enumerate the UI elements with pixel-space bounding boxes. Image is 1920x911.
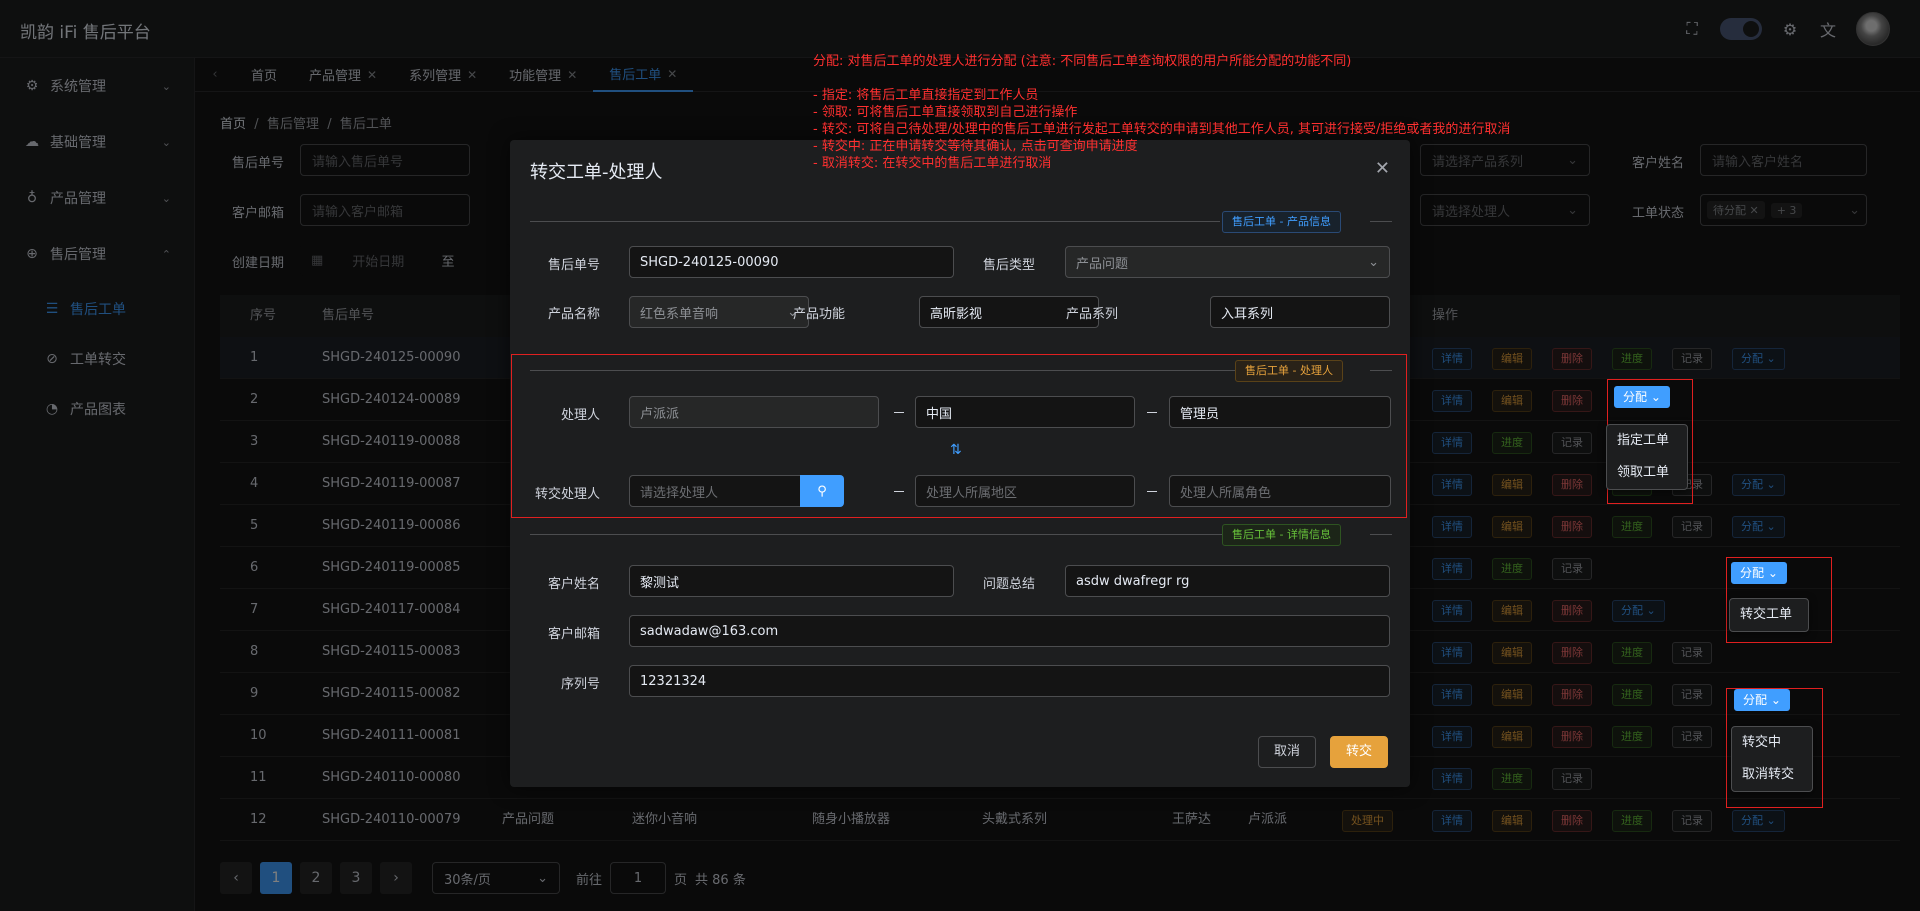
dialog-title: 转交工单-处理人 [530, 162, 663, 183]
divider [1370, 534, 1392, 535]
email-label: 客户邮箱 [547, 627, 600, 642]
email-field[interactable]: sadwadaw@163.com [629, 615, 1390, 647]
section-tag-product: 售后工单 - 产品信息 [1222, 211, 1341, 233]
type-value: 产品问题 [1076, 256, 1129, 272]
assign-dropdown-menu: 转交工单 [1729, 598, 1809, 632]
button-label: 分配 [1623, 390, 1648, 404]
cancel-button[interactable]: 取消 [1258, 736, 1317, 768]
summary-field[interactable]: asdw dwafregr rg [1065, 565, 1390, 597]
assign-dropdown-menu: 转交中 取消转交 [1731, 726, 1813, 792]
serial-label: 序列号 [560, 677, 600, 692]
divider [530, 534, 1230, 535]
order-no-label: 售后单号 [547, 258, 600, 273]
dropdown-item-assign[interactable]: 指定工单 [1607, 425, 1687, 457]
assign-dropdown-button[interactable]: 分配 ⌄ [1734, 689, 1790, 711]
product-value: 红色系单音响 [640, 306, 719, 322]
dropdown-item-cancel-transfer[interactable]: 取消转交 [1732, 759, 1812, 791]
func-label: 产品功能 [792, 307, 845, 322]
serial-field[interactable]: 12321324 [629, 665, 1390, 697]
product-label: 产品名称 [547, 307, 600, 322]
transfer-button[interactable]: 转交 [1330, 736, 1389, 768]
annotation-text: 分配: 对售后工单的处理人进行分配 (注意: 不同售后工单查询权限的用户所能分配… [813, 54, 1511, 171]
dropdown-item-claim[interactable]: 领取工单 [1607, 457, 1687, 489]
divider [1370, 221, 1392, 222]
chevron-down-icon: ⌄ [1368, 254, 1379, 270]
customer-field[interactable]: 黎测试 [629, 565, 954, 597]
order-no-field[interactable]: SHGD-240125-00090 [629, 246, 954, 278]
dropdown-item-transfer[interactable]: 转交工单 [1730, 599, 1808, 631]
button-label: 分配 [1740, 566, 1765, 580]
section-tag-detail: 售后工单 - 详情信息 [1222, 524, 1341, 546]
highlight-box [511, 354, 1407, 518]
type-label: 售后类型 [982, 258, 1035, 273]
button-label: 分配 [1743, 693, 1768, 707]
assign-dropdown-button[interactable]: 分配 ⌄ [1731, 562, 1787, 584]
dropdown-item-transferring[interactable]: 转交中 [1732, 727, 1812, 759]
customer-label: 客户姓名 [547, 577, 600, 592]
series-field[interactable]: 入耳系列 [1210, 296, 1390, 328]
assign-dropdown-menu: 指定工单 领取工单 [1606, 424, 1688, 490]
divider [530, 221, 1220, 222]
summary-label: 问题总结 [982, 577, 1035, 592]
series-label: 产品系列 [1065, 307, 1118, 322]
type-select[interactable]: 产品问题 ⌄ [1065, 246, 1390, 278]
assign-dropdown-button[interactable]: 分配 ⌄ [1614, 386, 1670, 408]
